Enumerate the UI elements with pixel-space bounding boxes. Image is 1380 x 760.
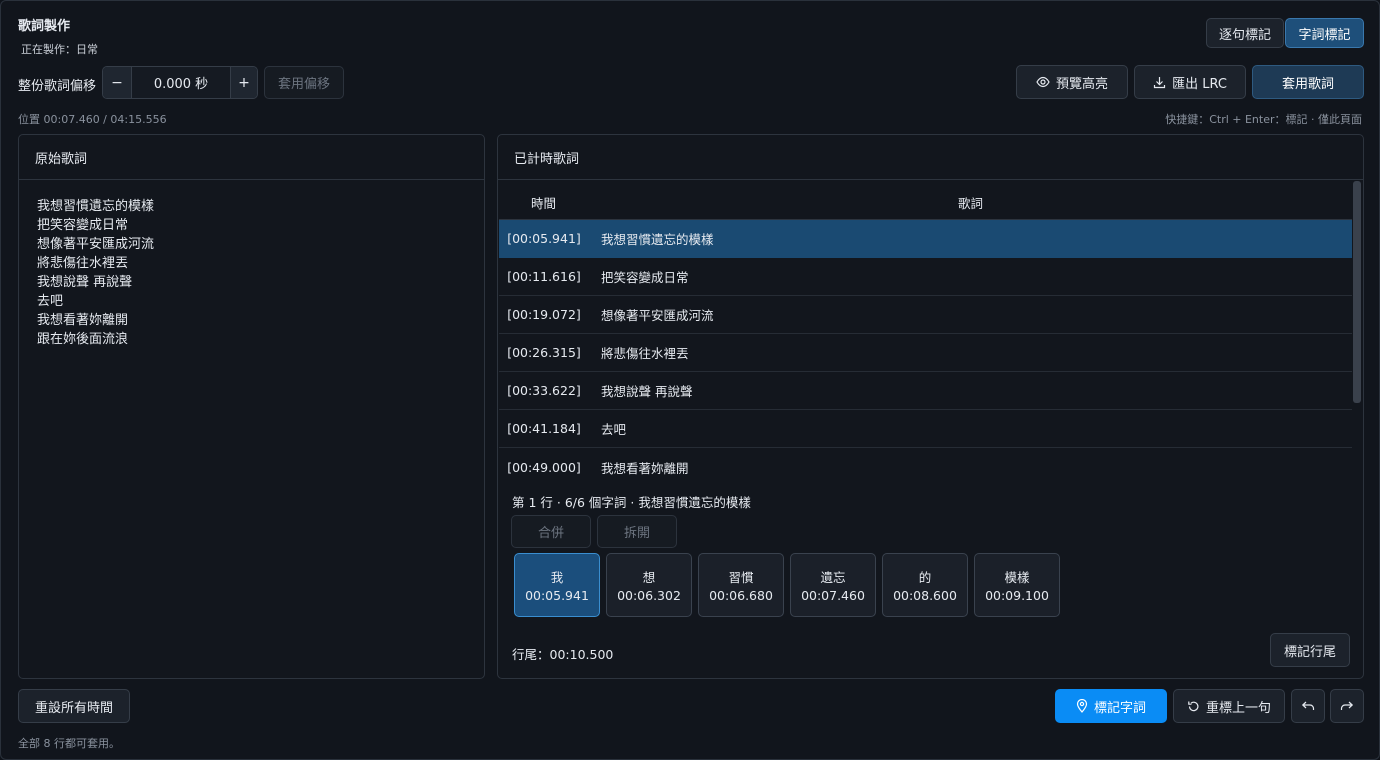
word-chip-text: 的 — [918, 570, 932, 585]
original-lyric-line: 我想說聲 再說聲 — [37, 275, 133, 290]
row-time: [00:26.315] — [507, 345, 581, 360]
table-row[interactable]: [00:19.072] 想像著平安匯成河流 — [499, 296, 1352, 334]
merge-button[interactable]: 合併 — [511, 515, 591, 548]
playback-position: 位置 00:07.460 / 04:15.556 — [18, 113, 167, 126]
preview-highlight-button[interactable]: 預覽高亮 — [1016, 65, 1128, 99]
apply-offset-button[interactable]: 套用偏移 — [264, 66, 344, 99]
word-chip[interactable]: 我 00:05.941 — [514, 553, 600, 617]
row-time: [00:33.622] — [507, 383, 581, 398]
map-pin-icon — [1076, 699, 1088, 713]
export-lrc-button[interactable]: 匯出 LRC — [1134, 65, 1246, 99]
download-icon — [1153, 76, 1166, 89]
original-lyrics-header: 原始歌詞 — [19, 135, 484, 180]
row-time: [00:19.072] — [507, 307, 581, 322]
row-time: [00:41.184] — [507, 421, 581, 436]
row-lyric: 想像著平安匯成河流 — [601, 308, 714, 323]
word-chip-text: 習慣 — [728, 570, 754, 585]
table-row[interactable]: [00:11.616] 把笑容變成日常 — [499, 258, 1352, 296]
word-chip[interactable]: 遺忘 00:07.460 — [790, 553, 876, 617]
offset-label: 整份歌詞偏移 — [18, 79, 97, 94]
word-chip[interactable]: 的 00:08.600 — [882, 553, 968, 617]
offset-stepper: − 0.000 秒 + — [102, 66, 258, 99]
eye-icon — [1036, 76, 1050, 88]
column-header-lyrics: 歌詞 — [958, 196, 984, 211]
redo-button[interactable] — [1330, 689, 1364, 723]
original-lyric-line: 將悲傷往水裡丟 — [37, 256, 129, 271]
reset-all-times-button[interactable]: 重設所有時間 — [18, 689, 130, 723]
original-lyrics-text[interactable]: 我想習慣遺忘的模樣 把笑容變成日常 想像著平安匯成河流 將悲傷往水裡丟 我想說聲… — [37, 197, 154, 349]
row-time: [00:11.616] — [507, 269, 581, 284]
apply-lyrics-button[interactable]: 套用歌詞 — [1252, 65, 1364, 99]
undo-button[interactable] — [1291, 689, 1325, 723]
word-chip-text: 想 — [642, 570, 656, 585]
shortcut-hint: 快捷鍵：Ctrl + Enter：標記 · 僅此頁面 — [1165, 113, 1362, 126]
row-lyric: 將悲傷往水裡丟 — [601, 346, 689, 361]
page-title: 歌詞製作 — [18, 19, 71, 34]
undo-icon — [1301, 700, 1315, 712]
lyrics-maker-window: 歌詞製作 正在製作：日常 逐句標記 字詞標記 整份歌詞偏移 − 0.000 秒 … — [0, 0, 1380, 760]
split-button[interactable]: 拆開 — [597, 515, 677, 548]
original-lyric-line: 去吧 — [37, 294, 64, 309]
word-chip[interactable]: 模樣 00:09.100 — [974, 553, 1060, 617]
mark-word-button[interactable]: 標記字詞 — [1055, 689, 1167, 723]
table-row[interactable]: [00:26.315] 將悲傷往水裡丟 — [499, 334, 1352, 372]
row-lyric: 我想看著妳離開 — [601, 460, 689, 476]
original-lyric-line: 跟在妳後面流浪 — [37, 332, 129, 347]
row-time: [00:05.941] — [507, 231, 581, 246]
mark-line-end-button[interactable]: 標記行尾 — [1270, 633, 1350, 667]
row-lyric: 把笑容變成日常 — [601, 270, 689, 285]
word-chip-time: 00:09.100 — [985, 588, 1049, 603]
word-chip-time: 00:07.460 — [801, 588, 865, 603]
word-chip-text: 模樣 — [1004, 570, 1030, 585]
remark-previous-label: 重標上一句 — [1205, 700, 1271, 716]
original-lyric-line: 想像著平安匯成河流 — [37, 237, 155, 252]
column-header-time: 時間 — [531, 196, 557, 211]
remark-previous-button[interactable]: 重標上一句 — [1173, 689, 1285, 723]
original-lyric-line: 把笑容變成日常 — [37, 218, 129, 233]
table-row[interactable]: [00:33.622] 我想說聲 再說聲 — [499, 372, 1352, 410]
word-chip-text: 遺忘 — [820, 570, 846, 585]
word-chip[interactable]: 習慣 00:06.680 — [698, 553, 784, 617]
table-row[interactable]: [00:05.941] 我想習慣遺忘的模樣 — [499, 220, 1352, 258]
table-row[interactable]: [00:49.000] 我想看著妳離開 — [499, 448, 1352, 486]
word-chip-time: 00:05.941 — [525, 588, 589, 603]
row-time: [00:49.000] — [507, 459, 581, 475]
table-scrollbar[interactable] — [1353, 181, 1361, 403]
original-lyric-line: 我想習慣遺忘的模樣 — [37, 199, 155, 214]
mark-word-label: 標記字詞 — [1093, 700, 1146, 716]
word-chip-time: 00:06.302 — [617, 588, 681, 603]
word-editor-info: 第 1 行 · 6/6 個字詞 · 我想習慣遺忘的模樣 — [512, 495, 751, 510]
timed-lyrics-header: 已計時歌詞 — [498, 135, 1363, 180]
word-chip-time: 00:08.600 — [893, 588, 957, 603]
line-end-time: 行尾：00:10.500 — [512, 647, 614, 662]
word-chip-time: 00:06.680 — [709, 588, 773, 603]
row-lyric: 我想說聲 再說聲 — [601, 384, 693, 399]
offset-plus-button[interactable]: + — [230, 67, 257, 98]
original-lyric-line: 我想看著妳離開 — [37, 313, 129, 328]
mode-line-button[interactable]: 逐句標記 — [1206, 18, 1284, 48]
mode-word-button[interactable]: 字詞標記 — [1285, 18, 1364, 48]
redo-icon — [1340, 700, 1354, 712]
export-lrc-label: 匯出 LRC — [1172, 76, 1227, 92]
row-lyric: 我想習慣遺忘的模樣 — [601, 232, 714, 247]
rotate-ccw-icon — [1187, 700, 1200, 713]
word-chip[interactable]: 想 00:06.302 — [606, 553, 692, 617]
current-song-label: 正在製作：日常 — [21, 43, 98, 56]
original-lyrics-panel: 原始歌詞 我想習慣遺忘的模樣 把笑容變成日常 想像著平安匯成河流 將悲傷往水裡丟… — [18, 134, 485, 679]
offset-minus-button[interactable]: − — [103, 67, 132, 98]
row-lyric: 去吧 — [601, 422, 627, 437]
offset-value-input[interactable]: 0.000 秒 — [133, 67, 229, 98]
footer-note: 全部 8 行都可套用。 — [18, 737, 120, 750]
preview-highlight-label: 預覽高亮 — [1055, 76, 1108, 92]
table-row[interactable]: [00:41.184] 去吧 — [499, 410, 1352, 448]
word-chip-text: 我 — [550, 570, 564, 585]
